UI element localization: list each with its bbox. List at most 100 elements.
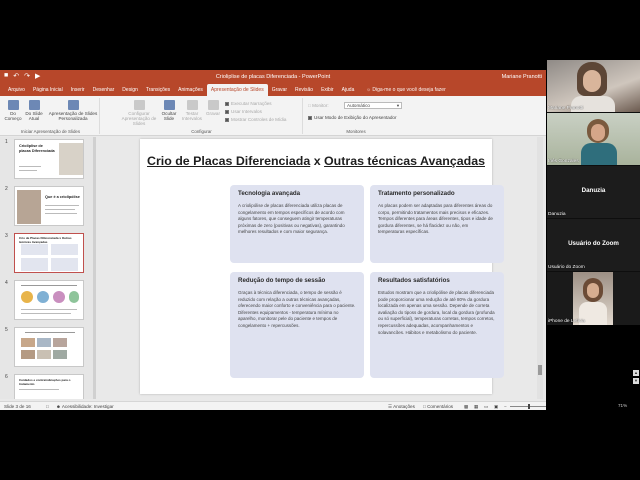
slideshow-start-icon — [7, 100, 19, 110]
tab-ajuda[interactable]: Ajuda — [338, 84, 359, 96]
participant-name: Mariane Pranotti — [548, 106, 584, 111]
accessibility-status[interactable]: ☻ Acessibilidade: Investigar — [56, 404, 114, 409]
slide-thumbnail-5[interactable] — [14, 327, 84, 367]
panel-scroll-controls[interactable]: ▲ ▼ — [633, 370, 640, 400]
person-face — [583, 70, 601, 92]
participant-tile[interactable]: Danuzia Danuzia — [547, 166, 640, 218]
tell-me-search[interactable]: ☼ Diga-me o que você deseja fazer — [358, 84, 449, 96]
card-resultados-satisfatorios: Resultados satisfatórios Estudos mostram… — [370, 272, 504, 378]
slide-editing-area: Crio de Placas Diferenciada x Outras téc… — [98, 137, 542, 399]
tab-design[interactable]: Design — [118, 84, 142, 96]
card-heading: Resultados satisfatórios — [378, 277, 450, 284]
slide-scrollbar[interactable] — [537, 137, 543, 399]
tab-inserir[interactable]: Inserir — [67, 84, 89, 96]
custom-slideshow-icon — [67, 100, 79, 110]
hide-slide-icon — [163, 100, 175, 110]
card-heading: Tratamento personalizado — [378, 190, 455, 197]
card-tratamento-personalizado: Tratamento personalizado As placas podem… — [370, 185, 504, 263]
slide-thumbnail-6[interactable]: Cuidados e contraindicações para o trata… — [14, 374, 84, 399]
start-slideshow-group: Do Começo Do Slide Atual Apresentação de… — [2, 98, 100, 134]
participant-tile[interactable]: Inês Gonzales — [547, 113, 640, 165]
status-bar: Slide 3 de 16 □ ☻ Acessibilidade: Invest… — [0, 401, 546, 410]
card-heading: Tecnologia avançada — [238, 190, 301, 197]
tab-revisao[interactable]: Revisão — [291, 84, 317, 96]
card-body: Estudos mostram que a criolipólise de pl… — [378, 290, 495, 335]
zoom-slider-handle[interactable] — [528, 404, 530, 409]
participant-name: iPhone de Letícia — [548, 319, 586, 324]
thumb-image — [59, 143, 83, 175]
slideshow-view-icon[interactable]: ▣ — [494, 404, 498, 410]
participant-name: Usuário do Zoom — [548, 265, 585, 270]
scrollbar-thumb[interactable] — [538, 365, 542, 375]
spellcheck-icon[interactable]: □ — [46, 404, 49, 409]
chevron-up-icon[interactable]: ▲ — [633, 370, 639, 376]
thumbnails-scrollbar[interactable] — [93, 137, 96, 399]
checkbox-icon — [225, 117, 229, 122]
chevron-down-icon: ▼ — [396, 103, 400, 108]
checkbox-icon — [308, 115, 312, 120]
tab-arquivo[interactable]: Arquivo — [4, 84, 29, 96]
participant-tile[interactable]: Mariane Pranotti — [547, 60, 640, 112]
account-name[interactable]: Mariane Pranotti — [502, 74, 542, 80]
tab-transicoes[interactable]: Transições — [142, 84, 174, 96]
media-controls-checkbox[interactable]: Mostrar Controles de Mídia — [225, 117, 286, 122]
participant-tile[interactable]: Usuário do Zoom Usuário do Zoom — [547, 219, 640, 271]
tab-pagina-inicial[interactable]: Página Inicial — [29, 84, 67, 96]
thumb-number: 1 — [5, 139, 8, 145]
participants-panel: Mariane Pranotti Inês Gonzales Danuzia D… — [547, 60, 640, 325]
chevron-down-icon[interactable]: ▼ — [633, 378, 639, 384]
monitor-label: □ Monitor: — [308, 103, 329, 108]
hide-slide-button[interactable]: Ocultar Slide — [159, 100, 179, 121]
reading-view-icon[interactable]: ▭ — [484, 404, 488, 410]
checkbox-icon — [225, 101, 229, 106]
configure-group-label: Configurar — [191, 129, 212, 134]
from-start-button[interactable]: Do Começo — [4, 100, 22, 121]
setup-slideshow-button[interactable]: Configurar Apresentação de Slides — [119, 100, 159, 126]
normal-view-icon[interactable]: ▩ — [464, 404, 468, 410]
slide-thumbnails-pane: 1 Crioliplise de placas Diferenciada 2 Q… — [0, 137, 96, 399]
zoom-out-icon[interactable]: − — [504, 404, 507, 409]
participant-name: Inês Gonzales — [548, 159, 579, 164]
use-timings-checkbox[interactable]: Usar Intervalos — [225, 109, 262, 114]
slide-thumbnail-1[interactable]: Crioliplise de placas Diferenciada — [14, 139, 84, 179]
slide-sorter-icon[interactable]: ▦ — [474, 404, 478, 410]
participant-tile[interactable]: iPhone de Letícia — [547, 272, 640, 325]
configure-group: Configurar Apresentação de Slides Oculta… — [101, 98, 303, 134]
comments-button[interactable]: □ Comentários — [423, 404, 453, 409]
card-body: Graças à técnica diferenciada, o tempo d… — [238, 290, 356, 328]
thumb-number: 4 — [5, 280, 8, 286]
setup-icon — [133, 100, 145, 110]
presenter-view-checkbox[interactable]: Usar Modo de Exibição do Apresentador — [308, 115, 396, 120]
slide-thumbnail-2[interactable]: Que é a criolipólise — [14, 186, 84, 226]
monitors-group-label: Monitores — [346, 129, 366, 134]
custom-slideshow-button[interactable]: Apresentação de Slides Personalizada — [47, 100, 99, 121]
person-face — [591, 124, 605, 141]
monitors-group: □ Monitor: Automático ▼ Usar Modo de Exi… — [304, 98, 408, 134]
tell-me-text: Diga-me o que você deseja fazer — [372, 87, 446, 93]
card-reducao-tempo-sessao: Redução do tempo de sessão Graças à técn… — [230, 272, 364, 378]
record-button[interactable]: Gravar — [204, 100, 222, 116]
from-current-button[interactable]: Do Slide Atual — [24, 100, 44, 121]
tab-desenhar[interactable]: Desenhar — [89, 84, 119, 96]
current-slide[interactable]: Crio de Placas Diferenciada x Outras téc… — [140, 139, 504, 394]
slide-counter: Slide 3 de 16 — [4, 404, 31, 409]
zoom-level[interactable]: 71% — [618, 403, 627, 408]
tab-gravar[interactable]: Gravar — [268, 84, 291, 96]
notes-button[interactable]: ☰ Anotações — [388, 404, 415, 410]
thumb-number: 6 — [5, 374, 8, 380]
card-tecnologia-avancada: Tecnologia avançada A criolipólise de pl… — [230, 185, 364, 263]
title-bar: ■ ↶ ↷ ▶ Crioliplise de placas Diferencia… — [0, 70, 546, 84]
slide-thumbnail-4[interactable] — [14, 280, 84, 320]
slide-thumbnail-3[interactable]: Crio de Placas Diferenciada x Outras téc… — [14, 233, 84, 273]
card-body: A criolipólise de placas diferenciada ut… — [238, 203, 345, 235]
screen: ■ ↶ ↷ ▶ Crioliplise de placas Diferencia… — [0, 0, 640, 480]
monitor-select[interactable]: Automático ▼ — [344, 102, 402, 109]
tab-apresentacao-de-slides[interactable]: Apresentação de Slides — [206, 84, 268, 96]
rehearse-timings-button[interactable]: Testar Intervalos — [181, 100, 203, 121]
tab-exibir[interactable]: Exibir — [317, 84, 338, 96]
checkbox-icon — [225, 109, 229, 114]
ribbon: Do Começo Do Slide Atual Apresentação de… — [0, 96, 546, 136]
play-narrations-checkbox[interactable]: Executar Narrações — [225, 101, 272, 106]
powerpoint-window: ■ ↶ ↷ ▶ Crioliplise de placas Diferencia… — [0, 70, 546, 410]
tab-animacoes[interactable]: Animações — [174, 84, 207, 96]
